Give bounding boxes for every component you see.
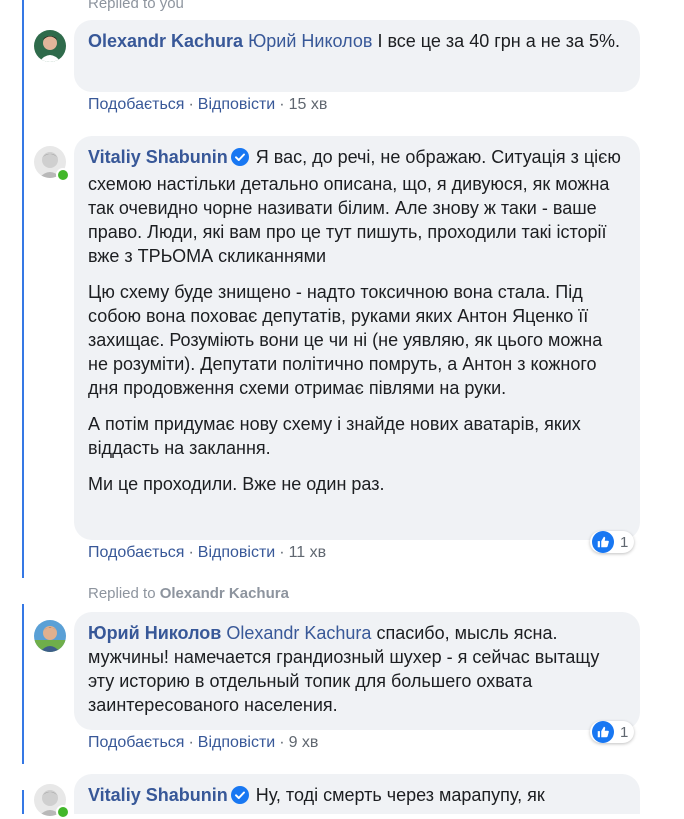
verified-badge-icon — [230, 786, 249, 810]
comment-author[interactable]: Vitaliy Shabunin — [88, 785, 228, 805]
replied-to-label: Replied to you — [88, 0, 184, 12]
comment-mention[interactable]: Olexandr Kachura — [226, 623, 371, 643]
comment-text: Ну, тоді смерть через марапупу, як — [255, 785, 545, 805]
thread-line — [22, 0, 24, 578]
comment-bubble: Vitaliy Shabunin Ну, тоді смерть через м… — [74, 774, 640, 814]
like-button[interactable]: Подобається — [88, 96, 184, 113]
reaction-count[interactable]: 1 — [590, 721, 635, 743]
like-button[interactable]: Подобається — [88, 544, 184, 561]
avatar[interactable] — [34, 620, 66, 652]
comment-bubble: Olexandr Kachura Юрий Николов І все це з… — [74, 20, 640, 92]
online-status-icon — [56, 805, 70, 819]
comment-mention[interactable]: Юрий Николов — [248, 31, 372, 51]
comment-author[interactable]: Юрий Николов — [88, 623, 221, 643]
comment-text: І все це за 40 грн а не за 5%. — [377, 31, 620, 51]
online-status-icon — [56, 168, 70, 182]
replied-to-label[interactable]: Replied to Olexandr Kachura — [88, 585, 289, 602]
reaction-number: 1 — [620, 723, 629, 741]
verified-badge-icon — [230, 148, 249, 172]
comment-text: А потім придумає нову схему і знайде нов… — [88, 414, 581, 458]
like-button[interactable]: Подобається — [88, 734, 184, 751]
like-reaction-icon — [592, 721, 614, 743]
reply-button[interactable]: Відповісти — [198, 734, 275, 751]
comment-author[interactable]: Vitaliy Shabunin — [88, 147, 228, 167]
comment-actions: Подобається · Відповісти · 11 хв — [88, 544, 327, 561]
comment-time[interactable]: 15 хв — [289, 96, 328, 113]
like-reaction-icon — [592, 531, 614, 553]
comment-bubble: Юрий Николов Olexandr Kachura спасибо, м… — [74, 612, 640, 730]
comment-text: Цю схему буде знищено - надто токсичною … — [88, 282, 603, 398]
comment-bubble: Vitaliy Shabunin Я вас, до речі, не обра… — [74, 136, 640, 540]
comment-actions: Подобається · Відповісти · 15 хв — [88, 96, 328, 113]
thread-line — [22, 790, 24, 814]
avatar[interactable] — [34, 30, 66, 62]
comment-author[interactable]: Olexandr Kachura — [88, 31, 243, 51]
comment-actions: Подобається · Відповісти · 9 хв — [88, 734, 319, 751]
comment-text: Ми це проходили. Вже не один раз. — [88, 474, 385, 494]
thread-line — [22, 604, 24, 764]
reaction-number: 1 — [620, 533, 629, 551]
reaction-count[interactable]: 1 — [590, 531, 635, 553]
reply-button[interactable]: Відповісти — [198, 544, 275, 561]
comment-time[interactable]: 9 хв — [289, 734, 319, 751]
comment-time[interactable]: 11 хв — [289, 544, 327, 561]
reply-button[interactable]: Відповісти — [198, 96, 275, 113]
